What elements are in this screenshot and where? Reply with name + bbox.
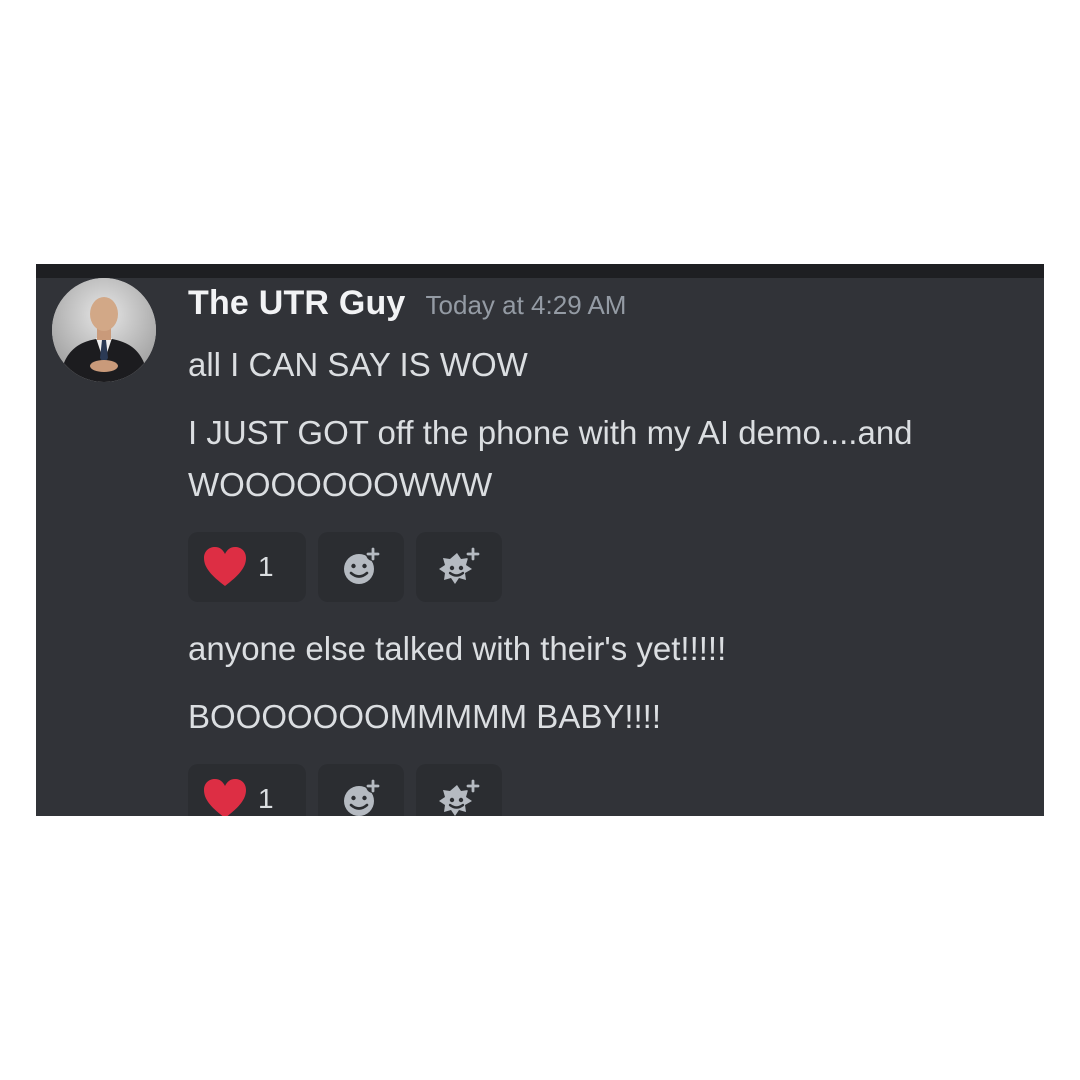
timestamp: Today at 4:29 AM xyxy=(425,290,627,320)
message-line: WOOOOOOOWWW xyxy=(188,466,493,503)
heart-icon xyxy=(204,547,246,586)
add-reaction-button[interactable] xyxy=(318,764,404,816)
add-reaction-icon xyxy=(344,779,380,816)
message-line: I JUST GOT off the phone with my AI demo… xyxy=(188,414,913,451)
heart-reaction-button[interactable]: 1 xyxy=(188,764,306,816)
add-super-reaction-icon xyxy=(439,547,480,584)
message-line: BOOOOOOOMMMMM BABY!!!! xyxy=(188,698,662,735)
heart-icon xyxy=(204,779,246,816)
add-reaction-button[interactable] xyxy=(318,532,404,602)
avatar[interactable] xyxy=(52,278,156,382)
add-reaction-icon xyxy=(344,547,380,584)
reaction-count: 1 xyxy=(258,551,274,582)
username[interactable]: The UTR Guy xyxy=(188,284,406,323)
avatar-image xyxy=(52,278,156,382)
top-divider xyxy=(36,264,1044,278)
message-line: all I CAN SAY IS WOW xyxy=(188,346,528,383)
message-header: The UTR Guy Today at 4:29 AM xyxy=(188,284,626,328)
reaction-bar: 1 xyxy=(188,532,502,602)
reaction-count: 1 xyxy=(258,783,274,814)
add-super-reaction-icon xyxy=(439,779,480,816)
heart-reaction-button[interactable]: 1 xyxy=(188,532,306,602)
message-line: anyone else talked with their's yet!!!!! xyxy=(188,630,727,667)
reaction-bar: 1 xyxy=(188,764,502,816)
add-super-reaction-button[interactable] xyxy=(416,532,502,602)
chat-screenshot: The UTR Guy Today at 4:29 AM all I CAN S… xyxy=(36,264,1044,816)
page-canvas: The UTR Guy Today at 4:29 AM all I CAN S… xyxy=(0,0,1080,1080)
add-super-reaction-button[interactable] xyxy=(416,764,502,816)
